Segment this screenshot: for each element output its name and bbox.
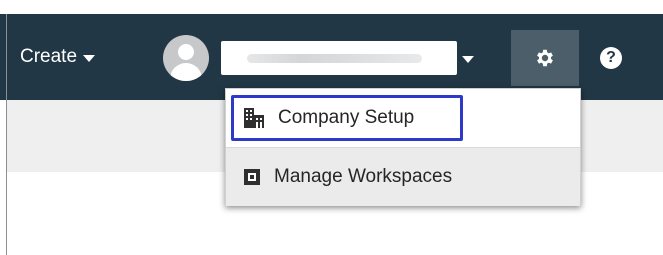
question-icon: ? — [606, 49, 616, 66]
menu-item-company-setup[interactable]: Company Setup — [226, 89, 580, 147]
avatar[interactable] — [163, 35, 209, 81]
user-chevron-down-icon[interactable] — [462, 56, 474, 63]
menu-item-label: Manage Workspaces — [274, 166, 453, 187]
menu-item-manage-workspaces[interactable]: Manage Workspaces — [226, 148, 580, 206]
settings-dropdown-menu: Company Setup Manage Workspaces — [225, 88, 581, 206]
window-top-edge — [0, 0, 663, 14]
user-name-field[interactable] — [221, 41, 457, 75]
create-label: Create — [20, 46, 78, 67]
chevron-down-icon — [83, 54, 96, 62]
avatar-body — [170, 63, 202, 81]
workspace-icon — [244, 169, 260, 185]
building-icon — [244, 108, 264, 128]
settings-button[interactable] — [511, 30, 579, 86]
gear-icon — [537, 49, 553, 67]
avatar-head — [178, 44, 194, 60]
create-menu-button[interactable]: Create — [20, 42, 96, 72]
help-button[interactable]: ? — [600, 47, 622, 69]
menu-item-label: Company Setup — [278, 107, 415, 128]
redacted-username — [247, 54, 422, 63]
